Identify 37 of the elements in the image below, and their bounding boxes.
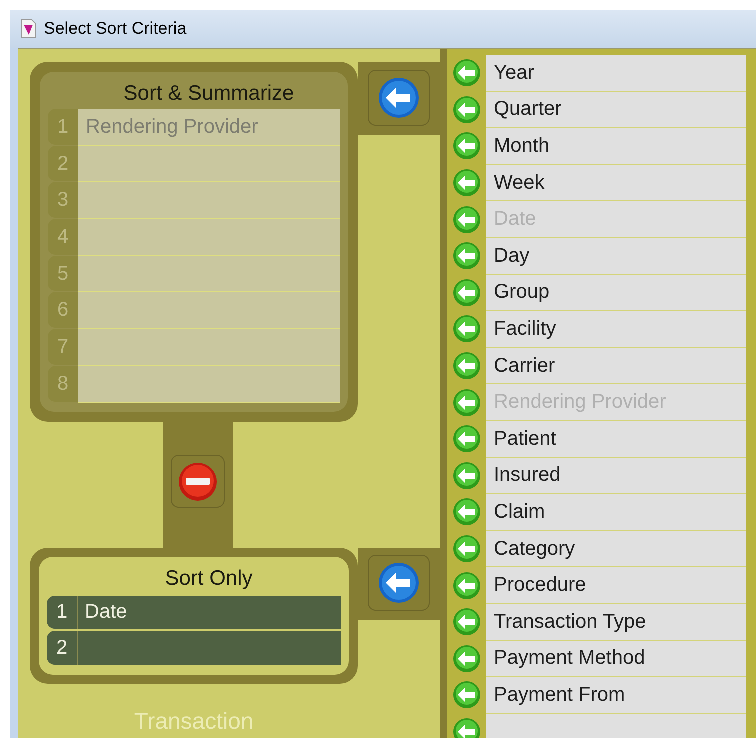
row-number: 7 bbox=[48, 329, 78, 366]
row-number: 4 bbox=[48, 219, 78, 256]
field-item[interactable]: Insured bbox=[486, 458, 746, 494]
field-item[interactable]: Patient bbox=[486, 420, 746, 458]
field-item[interactable]: Month bbox=[486, 128, 746, 165]
field-item[interactable]: Carrier bbox=[486, 348, 746, 384]
field-item[interactable]: Week bbox=[486, 164, 746, 202]
row-number: 2 bbox=[48, 146, 78, 182]
field-item[interactable]: Payment Method bbox=[486, 640, 746, 678]
field-item[interactable]: Quarter bbox=[486, 92, 746, 128]
sort-slot[interactable]: Date bbox=[78, 596, 341, 629]
field-item[interactable]: Claim bbox=[486, 494, 746, 531]
remove-button[interactable] bbox=[171, 455, 225, 508]
window-title: Select Sort Criteria bbox=[44, 18, 187, 40]
add-sort-summarize-button[interactable] bbox=[368, 70, 430, 126]
field-item[interactable]: Category bbox=[486, 530, 746, 568]
row-number: 3 bbox=[48, 182, 78, 220]
field-item[interactable]: Day bbox=[486, 238, 746, 275]
panel-title: Sort & Summarize bbox=[122, 80, 296, 106]
section-label: Transaction bbox=[134, 706, 254, 736]
row-number: 8 bbox=[48, 366, 78, 402]
left-arrow-icon bbox=[452, 718, 480, 738]
row-number: 6 bbox=[48, 292, 78, 330]
field-item[interactable]: Payment From bbox=[486, 677, 746, 714]
row-number: 1 bbox=[47, 596, 78, 629]
panel-title: Sort Only bbox=[164, 566, 254, 592]
add-sort-only-button[interactable] bbox=[368, 554, 430, 610]
minus-icon bbox=[178, 462, 218, 502]
app-icon bbox=[20, 19, 38, 39]
row-number: 5 bbox=[48, 256, 78, 292]
field-item[interactable]: Procedure bbox=[486, 567, 746, 604]
field-item[interactable]: Year bbox=[486, 55, 746, 92]
row-number: 2 bbox=[47, 631, 78, 664]
row-number: 1 bbox=[48, 109, 78, 146]
field-item[interactable]: Facility bbox=[486, 311, 746, 348]
field-item[interactable]: Group bbox=[486, 274, 746, 312]
field-item[interactable]: Transaction Type bbox=[486, 604, 746, 640]
